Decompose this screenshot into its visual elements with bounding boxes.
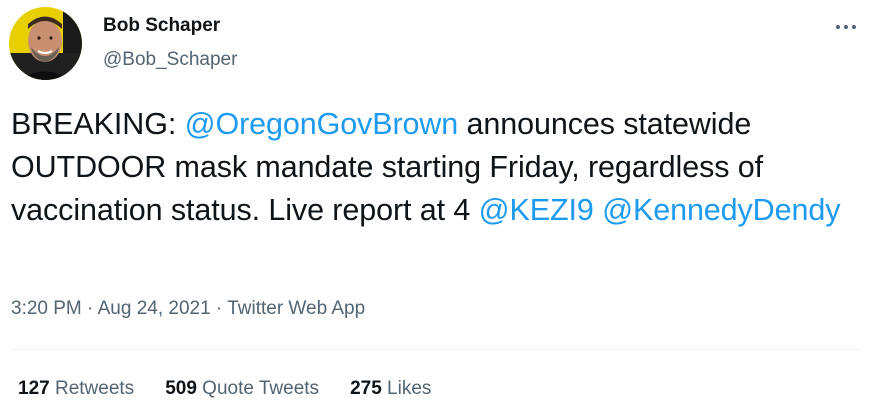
divider — [11, 349, 861, 350]
tweet-text-prefix: BREAKING: — [11, 107, 185, 141]
avatar-image — [9, 7, 82, 80]
author-info: Bob Schaper @Bob_Schaper — [103, 14, 237, 72]
tweet-time: 3:20 PM — [11, 298, 82, 319]
tweet-stats: 127 Retweets 509 Quote Tweets 275 Likes — [18, 377, 431, 401]
tweet-date: Aug 24, 2021 — [97, 298, 211, 319]
author-display-name[interactable]: Bob Schaper — [103, 14, 237, 38]
more-dot — [852, 25, 856, 29]
retweets-stat[interactable]: 127 Retweets — [18, 377, 134, 401]
likes-count: 275 — [350, 378, 382, 399]
likes-label: Likes — [387, 378, 432, 399]
avatar[interactable] — [9, 7, 82, 80]
quote-tweets-stat[interactable]: 509 Quote Tweets — [165, 377, 319, 401]
retweets-label: Retweets — [54, 378, 135, 399]
more-dots-icon — [836, 25, 840, 29]
more-dot — [844, 25, 848, 29]
tweet: Bob Schaper @Bob_Schaper BREAKING: @Oreg… — [0, 0, 890, 412]
quote-tweets-label: Quote Tweets — [202, 378, 320, 399]
mention-link[interactable]: @OregonGovBrown — [185, 107, 459, 141]
mention-link[interactable]: @KennedyDendy — [602, 193, 840, 227]
tweet-source-link[interactable]: Twitter Web App — [227, 298, 365, 319]
tweet-text: BREAKING: @OregonGovBrown announces stat… — [11, 103, 883, 232]
more-options-button[interactable] — [826, 12, 866, 42]
likes-stat[interactable]: 275 Likes — [350, 377, 431, 401]
meta-separator: · — [81, 298, 98, 319]
author-handle[interactable]: @Bob_Schaper — [103, 48, 237, 72]
meta-separator: · — [210, 298, 228, 319]
tweet-time-link[interactable]: 3:20 PM · Aug 24, 2021 — [11, 298, 211, 319]
tweet-meta: 3:20 PM · Aug 24, 2021 · Twitter Web App — [11, 297, 365, 321]
retweets-count: 127 — [18, 378, 50, 399]
mention-link[interactable]: @KEZI9 — [479, 193, 594, 227]
quote-tweets-count: 509 — [165, 378, 197, 399]
